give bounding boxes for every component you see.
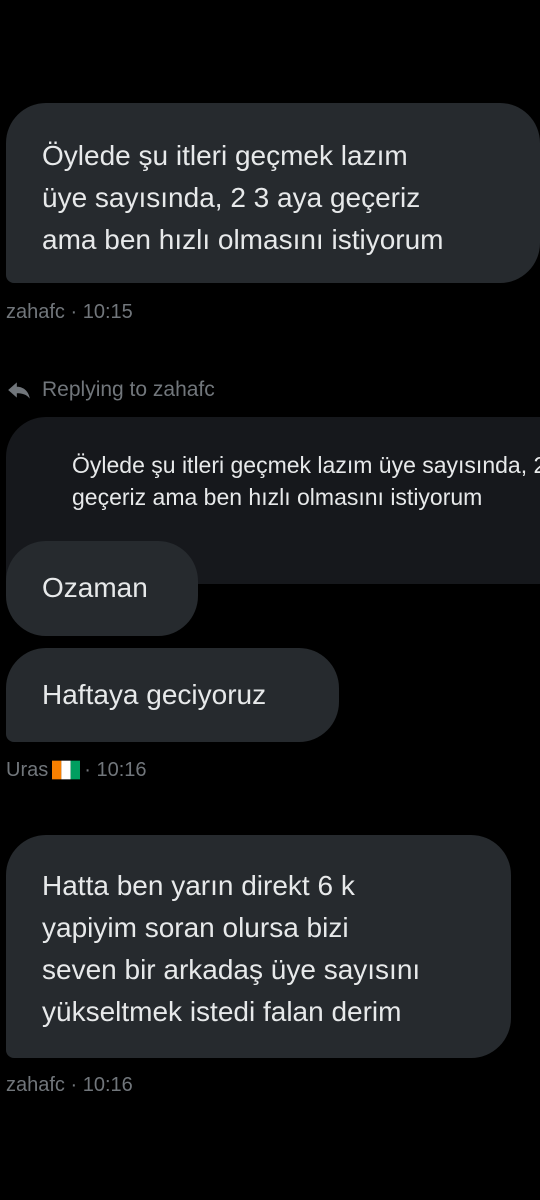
message-text-line: Öylede şu itleri geçmek lazım bbox=[42, 140, 408, 171]
message-bubble[interactable]: Hatta ben yarın direkt 6 k yapiyim soran… bbox=[6, 835, 511, 1058]
message-bubble[interactable]: Öylede şu itleri geçmek lazım üye sayısı… bbox=[6, 103, 540, 283]
sender-name: Uras bbox=[6, 759, 49, 781]
quoted-text-line: geçeriz ama ben hızlı olmasını istiyorum bbox=[72, 484, 483, 510]
message-text-line: ama ben hızlı olmasını istiyorum bbox=[42, 224, 444, 255]
message-meta: zahafc · 10:15 bbox=[6, 301, 133, 323]
message-meta: Uras · 10:16 bbox=[6, 757, 147, 783]
reply-arrow-icon bbox=[8, 382, 30, 399]
message-bubble[interactable]: Ozaman bbox=[6, 541, 198, 636]
message-text-line: seven bir arkadaş üye sayısını bbox=[42, 954, 421, 985]
message-time: · 10:16 bbox=[84, 759, 147, 781]
message-bubble[interactable]: Haftaya geciyoruz bbox=[6, 648, 339, 742]
message-text-line: yükseltmek istedi falan derim bbox=[42, 996, 402, 1027]
message-text-line: yapiyim soran olursa bizi bbox=[42, 912, 349, 943]
replying-to-text: Replying to zahafc bbox=[42, 378, 215, 401]
replying-to-label[interactable]: Replying to zahafc bbox=[6, 376, 215, 404]
message-text: Haftaya geciyoruz bbox=[42, 679, 267, 710]
ivory-coast-flag-icon bbox=[52, 760, 81, 780]
message-text-line: Hatta ben yarın direkt 6 k bbox=[42, 870, 355, 901]
message-meta: zahafc · 10:16 bbox=[6, 1074, 133, 1096]
message-text-line: üye sayısında, 2 3 aya geçeriz bbox=[42, 182, 421, 213]
quoted-text-line: Öylede şu itleri geçmek lazım üye sayısı… bbox=[72, 452, 540, 478]
message-text: Ozaman bbox=[42, 572, 148, 603]
